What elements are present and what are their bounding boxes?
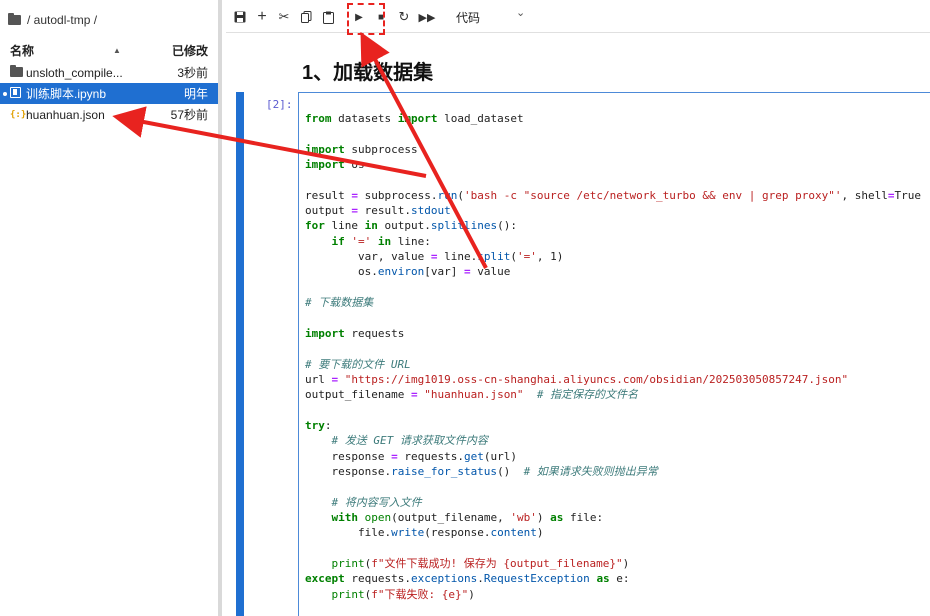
file-row-json[interactable]: {:} huanhuan.json 57秒前 [0,104,218,125]
folder-icon [8,13,21,25]
code-line[interactable]: # 发送 GET 请求获取文件内容 [305,433,921,448]
code-line[interactable]: os.environ[var] = value [305,264,921,279]
save-icon[interactable] [232,8,248,26]
code-line[interactable]: response = requests.get(url) [305,449,921,464]
code-line[interactable]: import subprocess [305,142,921,157]
sort-ascending-icon[interactable]: ▲ [113,46,121,55]
column-header-modified[interactable]: 已修改 [172,42,208,59]
code-line[interactable]: # 将内容写入文件 [305,495,921,510]
code-line[interactable]: output = result.stdout [305,203,921,218]
file-browser: / autodl-tmp / 名称 ▲ 已修改 unsloth_compile.… [0,0,218,616]
column-header-name[interactable]: 名称 [10,42,34,59]
code-line[interactable]: response.raise_for_status() # 如果请求失败则抛出异… [305,464,921,479]
annotation-highlight-box [347,3,385,35]
file-name: 训练脚本.ipynb [26,87,107,101]
code-content[interactable]: from datasets import load_dataset​import… [305,111,921,602]
cut-icon[interactable]: ✂ [276,8,292,26]
code-line[interactable]: except requests.exceptions.RequestExcept… [305,571,921,586]
code-line[interactable]: with open(output_filename, 'wb') as file… [305,510,921,525]
active-cell-indicator[interactable] [236,92,244,616]
code-line[interactable]: try: [305,418,921,433]
code-line[interactable]: print(f"文件下载成功! 保存为 {output_filename}") [305,556,921,571]
file-modified: 3秒前 [177,66,208,80]
copy-icon[interactable] [298,8,314,26]
code-line[interactable]: # 要下载的文件 URL [305,357,921,372]
code-line[interactable]: import requests [305,326,921,341]
panel-splitter[interactable] [218,0,222,616]
running-indicator-icon [3,92,7,96]
code-line[interactable]: ​ [305,341,921,356]
folder-icon [10,65,23,80]
file-modified: 明年 [183,87,208,101]
code-line[interactable]: import os [305,157,921,172]
json-icon: {:} [10,109,27,120]
breadcrumb-path[interactable]: / autodl-tmp / [27,13,97,27]
chevron-down-icon[interactable]: ⌄ [516,6,525,19]
code-line[interactable]: ​ [305,403,921,418]
code-line[interactable]: ​ [305,479,921,494]
markdown-heading: 1、加载数据集 [302,62,434,84]
code-line[interactable]: print(f"下载失败: {e}") [305,587,921,602]
code-line[interactable]: var, value = line.split('=', 1) [305,249,921,264]
execution-count: [2]: [266,98,293,111]
code-line[interactable]: url = "https://img1019.oss-cn-shanghai.a… [305,372,921,387]
code-line[interactable]: # 下载数据集 [305,295,921,310]
notebook-icon [10,86,21,101]
file-name: unsloth_compile... [26,65,123,80]
code-line[interactable]: result = subprocess.run('bash -c "source… [305,188,921,203]
notebook-toolbar: + ✂ ▶ ■ ↻ ▶▶ 代码 ⌄ [226,0,930,33]
code-line[interactable]: for line in output.splitlines(): [305,218,921,233]
file-list-header: 名称 ▲ 已修改 [0,40,218,60]
add-cell-icon[interactable]: + [254,8,270,26]
code-line[interactable]: ​ [305,172,921,187]
code-line[interactable]: if '=' in line: [305,234,921,249]
file-name: huanhuan.json [26,107,105,122]
code-line[interactable]: ​ [305,310,921,325]
restart-icon[interactable]: ↻ [396,8,412,26]
code-line[interactable]: ​ [305,126,921,141]
breadcrumb[interactable]: / autodl-tmp / [8,10,97,30]
code-line[interactable]: ​ [305,541,921,556]
code-line[interactable]: from datasets import load_dataset [305,111,921,126]
cell-type-select[interactable]: 代码 [456,8,480,26]
run-all-icon[interactable]: ▶▶ [418,8,436,26]
notebook-panel: 1、加载数据集 [2]: from datasets import load_d… [226,34,930,616]
file-row-folder[interactable]: unsloth_compile... 3秒前 [0,62,218,83]
code-line[interactable]: file.write(response.content) [305,525,921,540]
file-modified: 57秒前 [170,108,208,122]
code-cell-editor[interactable]: from datasets import load_dataset​import… [298,92,930,616]
file-row-notebook[interactable]: 训练脚本.ipynb 明年 [0,83,218,104]
code-line[interactable]: output_filename = "huanhuan.json" # 指定保存… [305,387,921,402]
paste-icon[interactable] [320,8,336,26]
code-line[interactable]: ​ [305,280,921,295]
